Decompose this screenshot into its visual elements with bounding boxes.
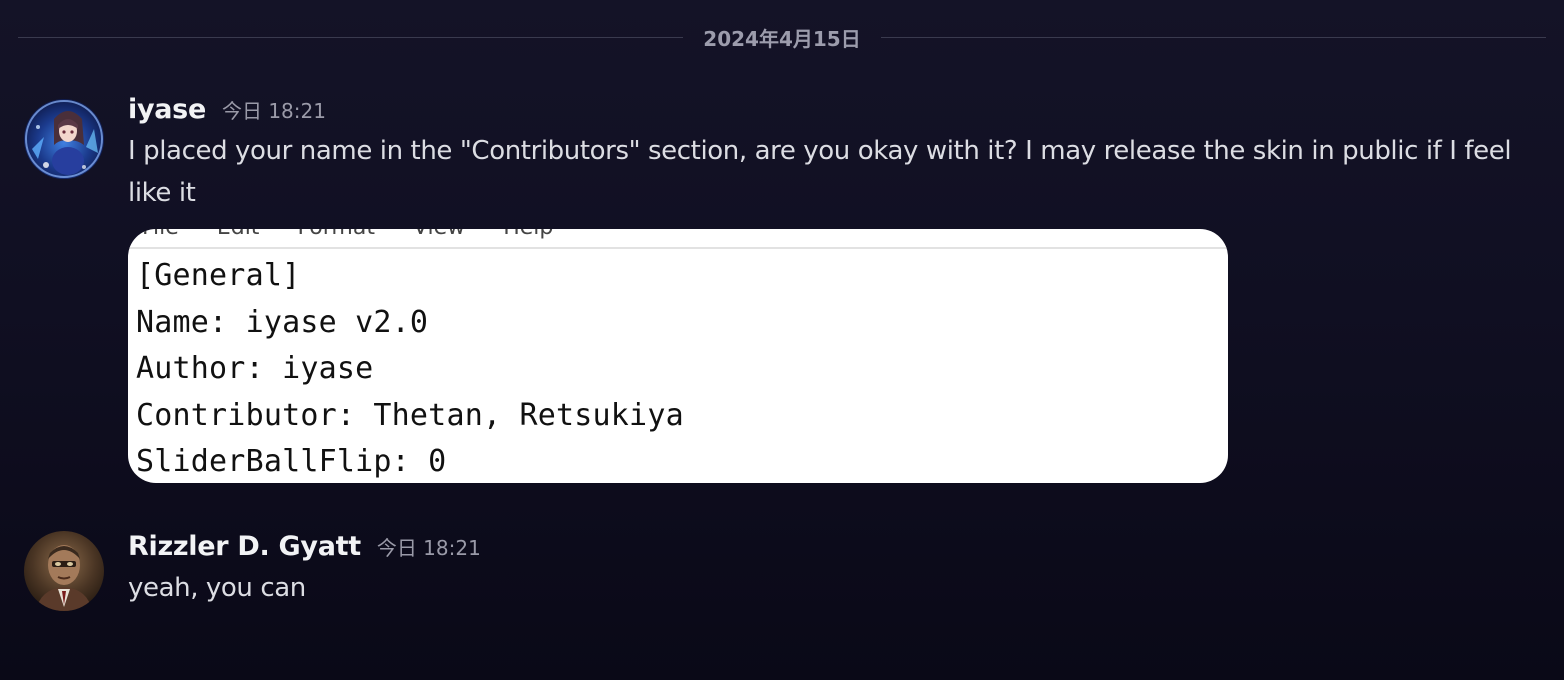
username[interactable]: Rizzler D. Gyatt [128, 531, 361, 562]
divider-line-left [18, 36, 684, 38]
message-text: I placed your name in the "Contributors"… [128, 136, 1512, 208]
menu-item-file: File [138, 229, 179, 243]
ini-line: Contributor: Thetan, Retsukiya [136, 397, 684, 433]
message-header: Rizzler D. Gyatt 今日 18:21 [128, 531, 1544, 567]
timestamp: 今日 18:21 [221, 99, 326, 123]
notepad-menu-bar: File Edit Format View Help [138, 229, 553, 243]
menu-item-help: Help [499, 229, 553, 243]
divider-line-right [880, 36, 1547, 38]
username[interactable]: iyase [128, 94, 206, 125]
ini-text: [General] Name: iyase v2.0 Author: iyase Co… [136, 253, 684, 483]
avatar[interactable] [24, 531, 104, 611]
ini-line: SliderBallFlip: 0 [136, 444, 447, 479]
date-divider: 2024年4月15日 [18, 22, 1547, 52]
menu-separator [128, 247, 1228, 249]
menu-item-view: View [409, 229, 465, 243]
ini-line: Name: iyase v2.0 [136, 304, 429, 340]
menu-item-edit: Edit [213, 229, 260, 243]
menu-item-format: Format [293, 229, 375, 243]
divider-date: 2024年4月15日 [703, 26, 861, 51]
avatar-image [24, 99, 104, 179]
avatar-image [24, 531, 104, 611]
timestamp: 今日 18:21 [376, 536, 481, 560]
image-attachment[interactable]: File Edit Format View Help [General] Name… [128, 229, 1228, 483]
avatar[interactable] [24, 99, 104, 179]
ini-line: Author: iyase [136, 351, 374, 386]
ini-line: [General] [136, 258, 301, 293]
message-header: iyase 今日 18:21 [128, 94, 1544, 130]
message-text: yeah, you can [128, 573, 306, 603]
